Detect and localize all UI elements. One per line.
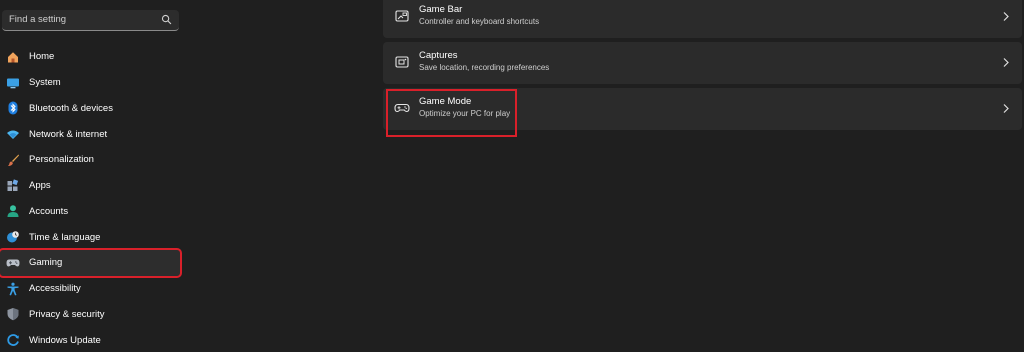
sidebar-item-gaming[interactable]: Gaming	[0, 248, 182, 278]
bluetooth-icon	[6, 101, 20, 115]
search-input[interactable]: Find a setting	[9, 14, 66, 25]
sidebar-item-accessibility[interactable]: Accessibility	[0, 276, 180, 302]
apps-icon	[6, 179, 20, 193]
chevron-right-icon	[1003, 58, 1009, 67]
gamepad-icon	[6, 256, 20, 270]
search-icon[interactable]	[161, 14, 172, 25]
sidebar-item-home[interactable]: Home	[0, 44, 180, 70]
sidebar-item-label: Accounts	[29, 205, 69, 217]
update-icon	[6, 333, 20, 347]
settings-window: Find a setting Home System Bluetooth & d…	[0, 0, 1024, 352]
captures-card[interactable]: Captures Save location, recording prefer…	[383, 42, 1022, 84]
game-bar-icon	[395, 10, 409, 22]
chevron-right-icon	[1003, 104, 1009, 113]
card-title: Game Mode	[419, 96, 472, 107]
sidebar-item-time-language[interactable]: Time & language	[0, 224, 180, 250]
sidebar-item-label: Windows Update	[29, 334, 101, 346]
gamepad-icon	[394, 103, 410, 113]
sidebar-item-label: Accessibility	[29, 283, 81, 295]
search-box[interactable]: Find a setting	[2, 10, 179, 31]
person-icon	[6, 204, 20, 218]
sidebar: Find a setting Home System Bluetooth & d…	[0, 0, 186, 352]
sidebar-item-label: Personalization	[29, 154, 94, 166]
sidebar-item-windows-update[interactable]: Windows Update	[0, 327, 180, 352]
sidebar-item-label: Gaming	[29, 257, 63, 269]
shield-icon	[6, 307, 20, 321]
nav-list: Home System Bluetooth & devices Network …	[0, 44, 186, 352]
brush-icon	[6, 153, 20, 167]
card-title: Game Bar	[419, 4, 463, 15]
accessibility-icon	[6, 282, 20, 296]
sidebar-item-accounts[interactable]: Accounts	[0, 199, 180, 225]
sidebar-item-personalization[interactable]: Personalization	[0, 147, 180, 173]
globe-clock-icon	[6, 230, 20, 244]
capture-icon	[395, 56, 409, 68]
monitor-icon	[6, 76, 20, 90]
sidebar-item-label: Apps	[29, 180, 51, 192]
game-mode-card[interactable]: Game Mode Optimize your PC for play	[383, 88, 1022, 130]
sidebar-item-apps[interactable]: Apps	[0, 173, 180, 199]
chevron-right-icon	[1003, 12, 1009, 21]
sidebar-item-label: Home	[29, 51, 55, 63]
sidebar-item-network[interactable]: Network & internet	[0, 121, 180, 147]
sidebar-item-privacy-security[interactable]: Privacy & security	[0, 302, 180, 328]
card-subtitle: Controller and keyboard shortcuts	[419, 17, 540, 26]
home-icon	[6, 50, 20, 64]
sidebar-item-label: Privacy & security	[29, 308, 105, 320]
card-subtitle: Save location, recording preferences	[419, 63, 550, 72]
card-title: Captures	[419, 50, 458, 61]
wifi-icon	[6, 127, 20, 141]
sidebar-item-bluetooth[interactable]: Bluetooth & devices	[0, 96, 180, 122]
game-bar-card[interactable]: Game Bar Controller and keyboard shortcu…	[383, 0, 1022, 38]
sidebar-item-label: System	[29, 77, 61, 89]
sidebar-item-label: Bluetooth & devices	[29, 102, 113, 114]
sidebar-item-label: Network & internet	[29, 128, 108, 140]
sidebar-item-system[interactable]: System	[0, 70, 180, 96]
sidebar-item-label: Time & language	[29, 231, 101, 243]
card-subtitle: Optimize your PC for play	[419, 109, 511, 118]
